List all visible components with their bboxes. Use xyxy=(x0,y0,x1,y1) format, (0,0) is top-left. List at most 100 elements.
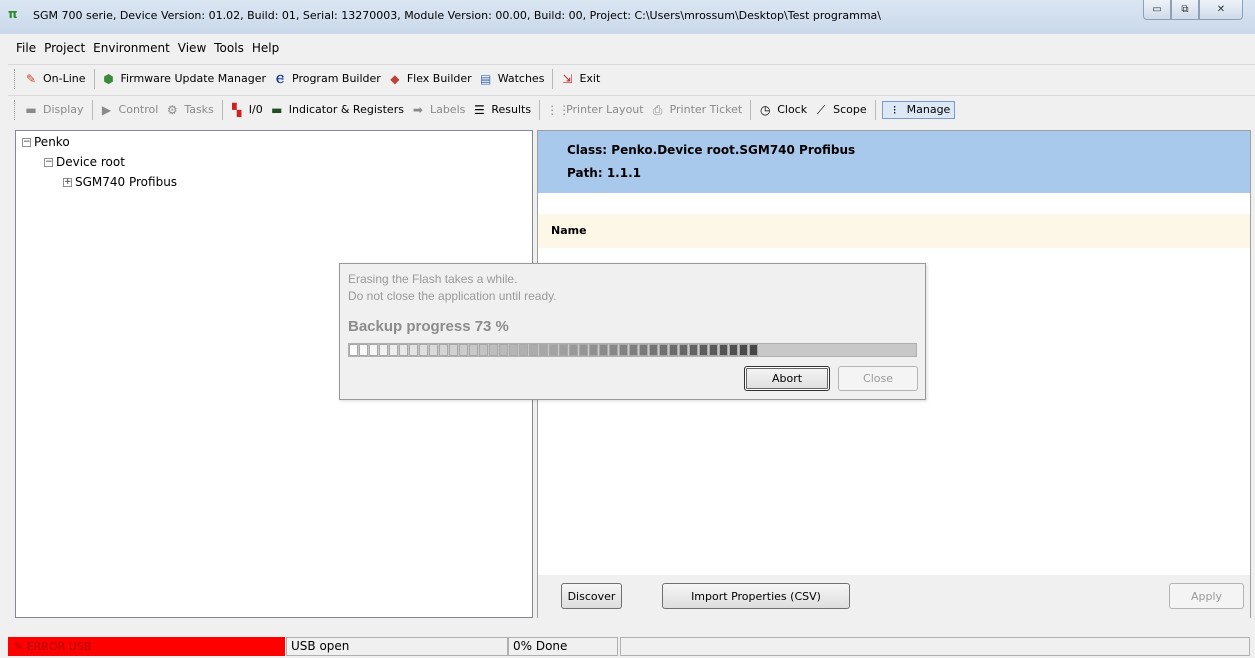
progress-segment xyxy=(689,344,698,356)
apply-button[interactable]: Apply xyxy=(1169,583,1244,609)
progress-segment xyxy=(619,344,628,356)
indicator-icon: ▬ xyxy=(271,102,283,117)
printer-icon: ⎙ xyxy=(652,102,663,117)
clock-button[interactable]: ◷ Clock xyxy=(757,103,807,117)
firmware-icon: ⬢ xyxy=(103,71,114,86)
toolbar-grip[interactable] xyxy=(14,99,17,120)
toolbar-separator xyxy=(221,99,223,120)
io-button[interactable]: ▚ I/0 xyxy=(229,103,263,117)
progress-segment xyxy=(359,344,368,356)
window-title: SGM 700 serie, Device Version: 01.02, Bu… xyxy=(33,9,881,22)
menu-project[interactable]: Project xyxy=(44,41,85,55)
minimize-button[interactable]: ▭ xyxy=(1143,0,1171,20)
toolbar-separator xyxy=(91,99,93,120)
progress-segment xyxy=(589,344,598,356)
progress-segment xyxy=(669,344,678,356)
labels-button[interactable]: ➡ Labels xyxy=(410,103,465,117)
collapse-icon[interactable]: − xyxy=(44,157,53,167)
progress-segment xyxy=(579,344,588,356)
progress-segment xyxy=(419,344,428,356)
menu-environment[interactable]: Environment xyxy=(93,41,170,55)
app-icon: π xyxy=(8,7,18,21)
results-button[interactable]: ☰ Results xyxy=(471,103,531,117)
online-button[interactable]: ✎ On-Line xyxy=(23,72,86,86)
program-builder-button[interactable]: Ⲉ Program Builder xyxy=(272,72,381,86)
usb-status: USB open xyxy=(286,637,508,656)
dialog-message-1: Erasing the Flash takes a while. xyxy=(348,272,518,286)
toolbar-separator xyxy=(750,99,752,120)
progress-segment xyxy=(749,344,758,356)
progress-segment xyxy=(609,344,618,356)
close-window-button[interactable]: ✕ xyxy=(1199,0,1243,20)
menu-tools[interactable]: Tools xyxy=(214,41,244,55)
progress-segment xyxy=(549,344,558,356)
progress-segment xyxy=(739,344,748,356)
printer-ticket-button[interactable]: ⎙ Printer Ticket xyxy=(650,102,742,117)
display-button[interactable]: ▬ Display xyxy=(23,103,83,117)
path-label: Path: 1.1.1 xyxy=(567,166,641,180)
expand-icon[interactable]: + xyxy=(63,177,72,187)
scope-button[interactable]: ⟋ Scope xyxy=(813,103,867,117)
results-icon: ☰ xyxy=(473,102,485,117)
progress-segment xyxy=(519,344,528,356)
toolbar-grip[interactable] xyxy=(14,68,17,89)
progress-segment xyxy=(469,344,478,356)
toolbar-separator xyxy=(93,68,95,89)
view-toolbar: ▬ Display ▶ Control ⚙ Tasks ▚ I/0 ▬ Indi… xyxy=(8,95,1255,123)
flex-builder-button[interactable]: ◆ Flex Builder xyxy=(387,72,472,86)
progress-segment xyxy=(499,344,508,356)
tree-node-penko[interactable]: − Penko xyxy=(22,135,70,149)
name-column-header: Name xyxy=(551,224,587,237)
error-icon: ✎ xyxy=(14,640,24,653)
progress-segment xyxy=(569,344,578,356)
menu-file[interactable]: File xyxy=(16,41,36,55)
progress-segment xyxy=(379,344,388,356)
restore-button[interactable]: ⧉ xyxy=(1171,0,1199,20)
exit-icon: ⇲ xyxy=(562,71,573,86)
progress-segment xyxy=(449,344,458,356)
done-status: 0% Done xyxy=(508,637,618,656)
tree-node-device-root[interactable]: − Device root xyxy=(44,155,125,169)
indicator-registers-button[interactable]: ▬ Indicator & Registers xyxy=(269,103,404,117)
menu-help[interactable]: Help xyxy=(252,41,279,55)
firmware-update-button[interactable]: ⬢ Firmware Update Manager xyxy=(101,72,266,86)
class-label: Class: Penko.Device root.SGM740 Profibus xyxy=(567,143,856,157)
backup-progress-dialog: Erasing the Flash takes a while. Do not … xyxy=(339,263,926,400)
grid-icon: ⋮⋮ xyxy=(546,102,571,117)
exit-button[interactable]: ⇲ Exit xyxy=(559,72,600,86)
toolbar-separator xyxy=(874,99,876,120)
watches-button[interactable]: ▤ Watches xyxy=(478,71,544,86)
watches-icon: ▤ xyxy=(480,71,492,86)
gear-icon: ⚙ xyxy=(166,102,178,117)
discover-button[interactable]: Discover xyxy=(561,583,622,609)
progress-segment xyxy=(559,344,568,356)
tree-node-sgm740[interactable]: + SGM740 Profibus xyxy=(63,175,177,189)
play-icon: ▶ xyxy=(101,102,112,117)
menu-view[interactable]: View xyxy=(178,41,206,55)
toolbar-separator xyxy=(539,99,541,120)
progress-segment xyxy=(649,344,658,356)
progress-segment xyxy=(389,344,398,356)
progress-segment xyxy=(489,344,498,356)
dialog-message-2: Do not close the application until ready… xyxy=(348,289,557,303)
printer-layout-button[interactable]: ⋮⋮ Printer Layout xyxy=(546,103,643,117)
control-button[interactable]: ▶ Control xyxy=(99,102,158,117)
status-bar: ✎ ERROR USB USB open 0% Done xyxy=(0,634,1255,658)
backup-progress-bar xyxy=(348,343,917,357)
progress-fill xyxy=(349,344,759,356)
manage-button[interactable]: ⁝ Manage xyxy=(881,100,956,119)
tasks-button[interactable]: ⚙ Tasks xyxy=(164,102,214,117)
progress-segment xyxy=(429,344,438,356)
progress-segment xyxy=(639,344,648,356)
main-toolbar: ✎ On-Line ⬢ Firmware Update Manager Ⲉ Pr… xyxy=(8,64,1255,92)
abort-button[interactable]: Abort xyxy=(744,366,830,391)
progress-segment xyxy=(409,344,418,356)
io-icon: ▚ xyxy=(232,102,242,117)
close-dialog-button[interactable]: Close xyxy=(838,366,918,391)
collapse-icon[interactable]: − xyxy=(22,137,31,147)
import-properties-button[interactable]: Import Properties (CSV) xyxy=(662,583,850,609)
progress-segment xyxy=(709,344,718,356)
clock-icon: ◷ xyxy=(759,102,771,117)
progress-segment xyxy=(659,344,668,356)
program-builder-icon: Ⲉ xyxy=(276,71,284,86)
